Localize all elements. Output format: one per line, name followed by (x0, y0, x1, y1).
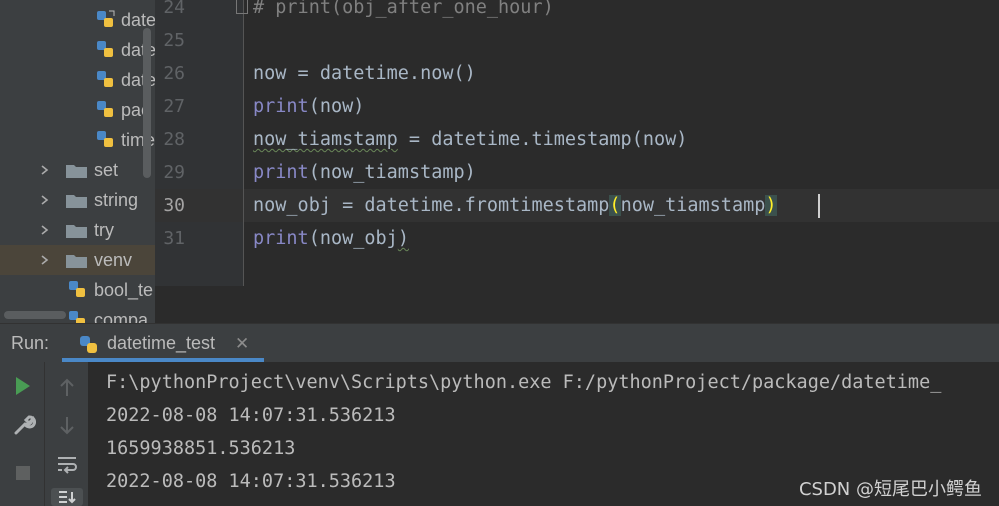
code-line-27: print(now) (253, 90, 364, 123)
console-line: 2022-08-08 14:07:31.536213 (106, 471, 396, 492)
tree-item-label: try (94, 219, 114, 240)
run-icon[interactable] (14, 376, 32, 396)
line-number: 26 (163, 63, 185, 84)
builtin-print: print (253, 96, 309, 117)
wrench-icon[interactable] (12, 413, 36, 437)
console-line: 1659938851.536213 (106, 438, 296, 459)
builtin-print: print (253, 162, 309, 183)
python-file-icon (97, 101, 113, 117)
tree-item-label: date (121, 9, 155, 30)
code-token: ) (397, 228, 409, 249)
tab-label: datetime_test (107, 333, 216, 353)
code-token: (now_tiamstamp) (308, 162, 476, 183)
close-icon[interactable]: ✕ (235, 334, 249, 354)
text-caret (818, 194, 820, 218)
arrow-up-icon[interactable] (58, 378, 76, 398)
chevron-right-icon[interactable] (40, 195, 50, 205)
line-number: 31 (163, 228, 185, 249)
stop-icon[interactable] (14, 464, 32, 482)
code-token: (now_obj (308, 228, 398, 249)
code-token: now_obj = datetime.fromtimestamp (253, 195, 610, 216)
chevron-right-icon[interactable] (40, 165, 50, 175)
code-line-24: # print(obj_after_one_hour) (253, 0, 554, 18)
matched-paren-open: ( (609, 195, 621, 216)
chevron-right-icon[interactable] (40, 225, 50, 235)
python-file-icon (97, 10, 115, 27)
python-file-icon (69, 281, 85, 297)
tree-horizontal-scrollbar[interactable] (4, 311, 66, 319)
tree-item[interactable]: date (0, 65, 155, 95)
run-panel-label: Run: (11, 333, 50, 353)
python-file-icon (97, 41, 113, 57)
tree-folder-try[interactable]: try (0, 215, 155, 245)
python-file-icon (97, 71, 113, 87)
tree-item[interactable]: date (0, 5, 155, 35)
folder-icon (66, 195, 87, 208)
folder-icon (66, 255, 87, 268)
soft-wrap-icon[interactable] (56, 455, 78, 475)
code-line-26: now = datetime.now() (253, 63, 476, 84)
line-number: 29 (163, 162, 185, 183)
fold-marker-icon[interactable] (236, 0, 248, 14)
tree-item-label: string (94, 189, 139, 210)
tree-item[interactable]: date (0, 35, 155, 65)
code-line-28: now_tiamstamp = datetime.timestamp(now) (253, 123, 687, 156)
tree-item-label: bool_te (94, 279, 154, 300)
line-number-current: 30 (163, 195, 185, 216)
tree-folder-string[interactable]: string (0, 185, 155, 215)
python-file-icon (69, 311, 85, 323)
line-number: 27 (163, 96, 185, 117)
editor-empty-area[interactable] (155, 286, 999, 323)
code-token: = datetime.timestamp(now) (397, 129, 688, 150)
tree-item[interactable]: time (0, 125, 155, 155)
chevron-right-icon[interactable] (40, 255, 50, 265)
console-line: 2022-08-08 14:07:31.536213 (106, 405, 396, 426)
python-file-icon (97, 131, 113, 147)
code-token: now_tiamstamp (620, 195, 766, 216)
tree-item-label: compa (94, 309, 149, 324)
arrow-down-icon[interactable] (58, 415, 76, 435)
folder-icon (66, 225, 87, 238)
folder-icon (66, 165, 87, 178)
line-number: 24 (163, 0, 185, 18)
tree-item-label: venv (94, 249, 133, 270)
tree-item[interactable]: bool_te (0, 275, 155, 305)
tree-item[interactable]: pac (0, 95, 155, 125)
gutter-separator (243, 0, 244, 286)
python-file-icon (80, 336, 97, 353)
typo-variable: now_tiamstamp (253, 129, 398, 150)
code-line-30: now_obj = datetime.fromtimestamp(now_tia… (253, 189, 777, 222)
tree-item-label: set (94, 159, 119, 180)
code-line-29: print(now_tiamstamp) (253, 156, 476, 189)
tree-folder-venv[interactable]: venv (0, 245, 155, 275)
code-token: (now) (308, 96, 365, 117)
tree-vertical-scrollbar[interactable] (143, 28, 151, 178)
line-number: 28 (163, 129, 185, 150)
project-tree: date date date pac time set string try v… (0, 0, 155, 323)
code-line-31: print(now_obj) (253, 222, 409, 255)
console-line: F:\pythonProject\venv\Scripts\python.exe… (106, 372, 942, 393)
watermark: CSDN @短尾巴小鳄鱼 (798, 479, 982, 500)
line-number: 25 (163, 30, 185, 51)
matched-paren-close: ) (765, 195, 777, 216)
builtin-print: print (253, 228, 309, 249)
tree-folder-set[interactable]: set (0, 155, 155, 185)
scroll-to-end-icon (59, 491, 76, 504)
